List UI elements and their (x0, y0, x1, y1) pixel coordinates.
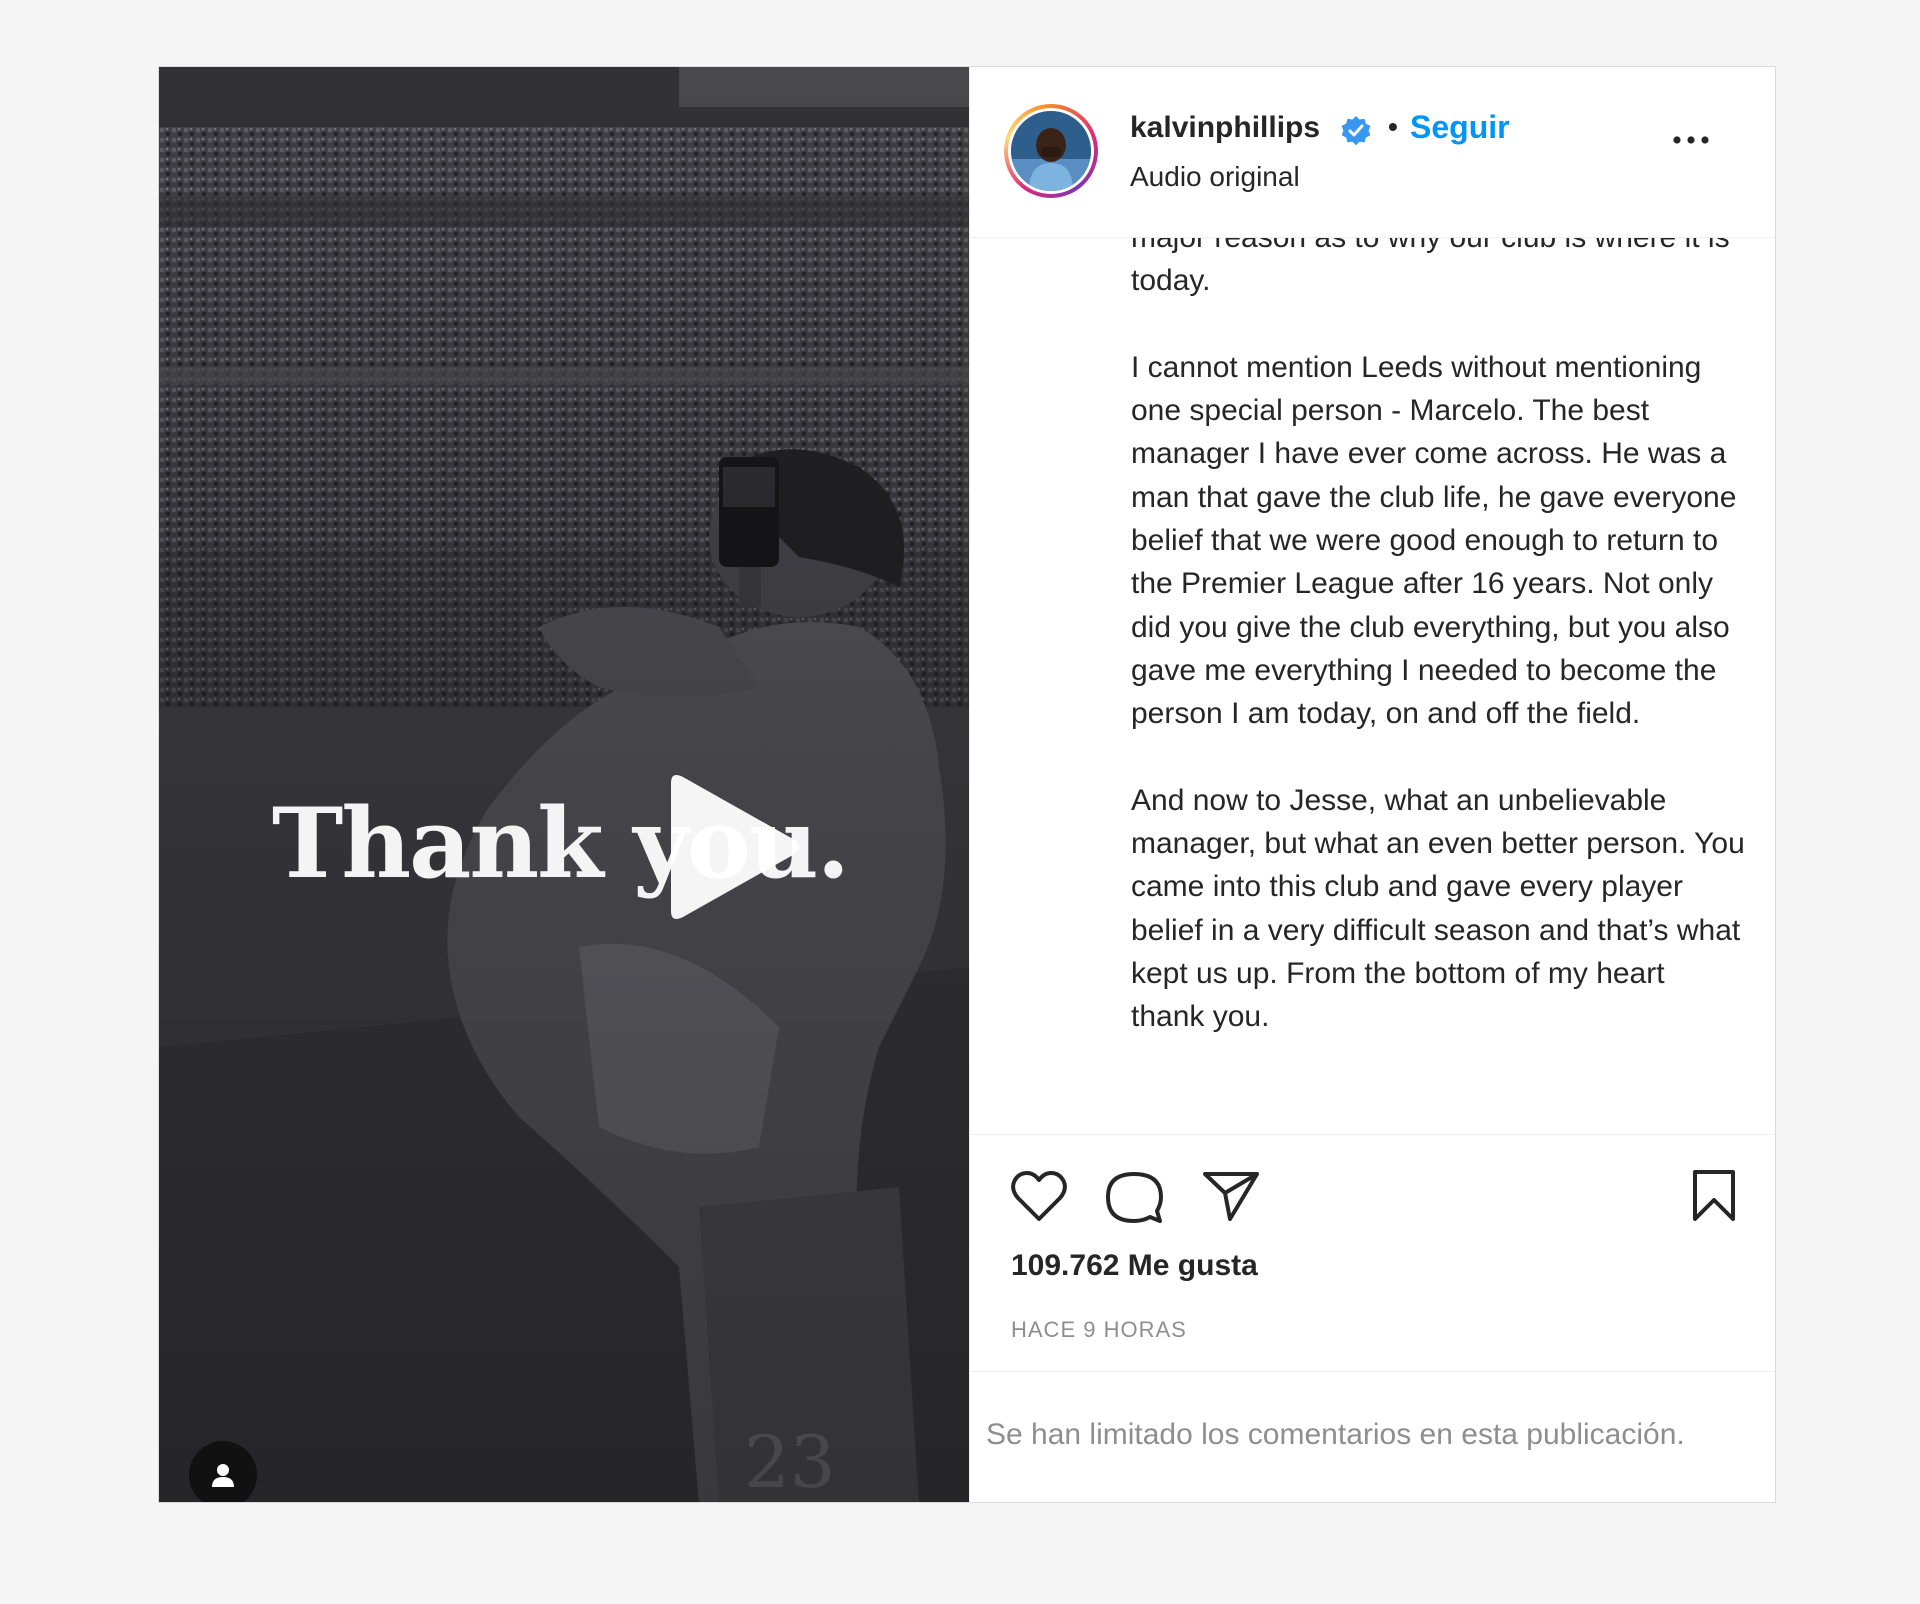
separator-dot: • (1388, 111, 1398, 142)
caption-text: major reason as to why our club is where… (1131, 238, 1745, 1082)
timestamp[interactable]: HACE 9 HORAS (1011, 1317, 1187, 1343)
follow-button[interactable]: Seguir (1410, 109, 1510, 146)
video-overlay-text: Thank you. (271, 787, 850, 900)
heart-icon[interactable] (1010, 1169, 1068, 1223)
post-header: kalvinphillips • Seguir Audio original (970, 67, 1775, 238)
comments-limited-text: Se han limitado los comentarios en esta … (986, 1418, 1685, 1451)
action-bar (970, 1134, 1775, 1245)
username-link[interactable]: kalvinphillips (1130, 111, 1320, 145)
play-icon[interactable] (651, 767, 811, 927)
comments-limited-notice: Se han limitado los comentarios en esta … (970, 1371, 1775, 1502)
likes-row: 109.762 Me gusta (970, 1245, 1775, 1307)
likes-count[interactable]: 109.762 Me gusta (1011, 1249, 1258, 1283)
caption-paragraph: major reason as to why our club is where… (1131, 238, 1730, 298)
user-tag-icon[interactable] (189, 1441, 257, 1502)
bookmark-icon[interactable] (1689, 1169, 1739, 1223)
avatar[interactable] (1011, 111, 1091, 191)
share-icon[interactable] (1202, 1169, 1260, 1223)
instagram-post: 23 Thank you. (158, 66, 1776, 1503)
caption-scroll-area[interactable]: major reason as to why our club is where… (970, 238, 1775, 1134)
video-frame-image: 23 (159, 67, 969, 1502)
more-options-icon[interactable] (1669, 125, 1713, 155)
video-player[interactable]: 23 Thank you. (159, 67, 969, 1502)
verified-badge-icon (1341, 116, 1371, 146)
post-details-panel: kalvinphillips • Seguir Audio original m… (969, 67, 1775, 1502)
story-ring[interactable] (1004, 104, 1098, 198)
timestamp-row: HACE 9 HORAS (970, 1307, 1775, 1371)
audio-link[interactable]: Audio original (1130, 161, 1300, 193)
comment-icon[interactable] (1105, 1169, 1163, 1225)
caption-paragraph: And now to Jesse, what an unbelievable m… (1131, 783, 1745, 1034)
caption-paragraph: I cannot mention Leeds without mentionin… (1131, 350, 1737, 731)
